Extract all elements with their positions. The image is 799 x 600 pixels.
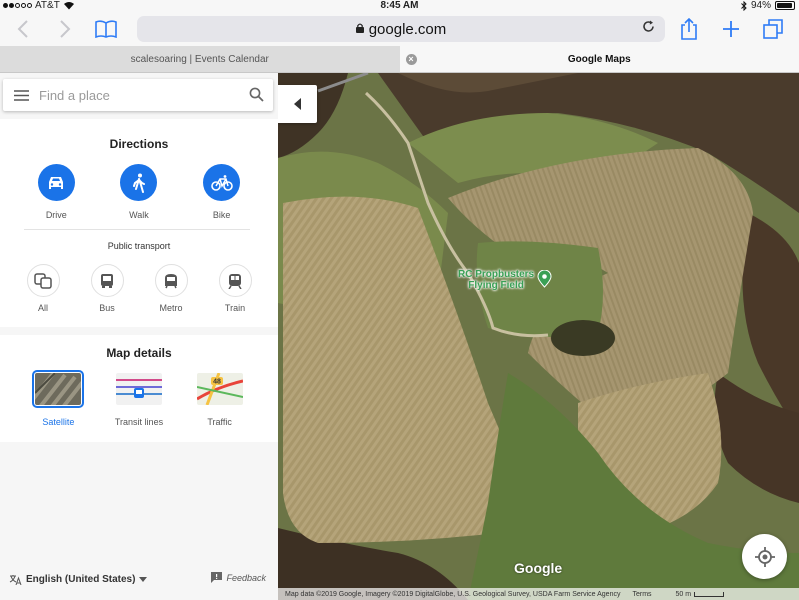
feedback-label: Feedback [226, 572, 266, 583]
my-location-button[interactable] [742, 534, 787, 579]
back-icon[interactable] [11, 17, 35, 41]
browser-toolbar: google.com [0, 12, 799, 46]
language-label: English (United States) [26, 574, 136, 585]
traffic-label: Traffic [207, 417, 232, 427]
feedback-icon [211, 572, 223, 583]
car-icon [37, 164, 75, 201]
crosshair-icon [754, 546, 775, 567]
traffic-thumbnail-icon: 48 [196, 373, 243, 405]
directions-card: Directions Drive Walk Bike Public transp… [0, 119, 278, 327]
reload-icon[interactable] [642, 20, 655, 37]
language-selector[interactable]: English (United States) [9, 574, 148, 585]
transit-lines-option[interactable]: Transit lines [104, 373, 174, 427]
feedback-link[interactable]: Feedback [211, 572, 266, 583]
metro-button[interactable]: Metro [146, 264, 196, 313]
tabs-icon[interactable] [761, 17, 785, 41]
public-transport-title: Public transport [107, 241, 171, 251]
share-icon[interactable] [677, 17, 701, 41]
place-pin-icon[interactable] [537, 269, 552, 293]
metro-icon [154, 264, 188, 297]
scale-label: 50 m [675, 590, 692, 598]
transit-modes: All Bus Metro Train [0, 264, 278, 313]
place-label[interactable]: RC Propbusters Flying Field [458, 269, 534, 291]
menu-icon[interactable] [3, 89, 39, 101]
satellite-imagery [278, 73, 799, 600]
travel-modes: Drive Walk Bike [0, 164, 278, 220]
walk-icon [120, 164, 158, 201]
status-bar: AT&T 8:45 AM 94% [0, 0, 799, 12]
battery-percent: 94% [750, 0, 771, 11]
walk-button[interactable]: Walk [109, 164, 169, 220]
place-label-line1: RC Propbusters [458, 269, 535, 280]
bus-icon [90, 264, 124, 297]
tab-google-maps[interactable]: × Google Maps [399, 46, 799, 72]
bus-label: Bus [99, 303, 115, 313]
google-logo: Google [514, 560, 563, 576]
tab-events-calendar[interactable]: scalesoaring | Events Calendar [0, 46, 400, 72]
attribution-text: Map data ©2019 Google, Imagery ©2019 Dig… [285, 590, 621, 598]
scale-bar [694, 591, 725, 597]
bus-button[interactable]: Bus [82, 264, 132, 313]
drive-label: Drive [45, 210, 67, 220]
tab-title: Google Maps [567, 53, 631, 65]
all-label: All [37, 303, 48, 313]
tab-title: scalesoaring | Events Calendar [130, 53, 269, 65]
directions-title: Directions [109, 137, 169, 151]
status-time: 8:45 AM [380, 0, 419, 11]
map-scale: 50 m [676, 591, 725, 598]
bike-button[interactable]: Bike [192, 164, 252, 220]
all-transit-button[interactable]: All [18, 264, 68, 313]
collapse-panel-button[interactable] [278, 85, 317, 123]
place-label-line2: Flying Field [468, 280, 524, 291]
traffic-option[interactable]: 48 Traffic [185, 373, 255, 427]
terms-link[interactable]: Terms [632, 591, 651, 598]
dropdown-arrow-icon [139, 577, 148, 582]
translate-icon [9, 575, 22, 585]
satellite-option[interactable]: Satellite [23, 370, 93, 427]
divider [24, 229, 250, 230]
map-details-card: Map details Satellite Transit lines 48 T… [0, 335, 278, 442]
transit-lines-label: Transit lines [114, 417, 164, 427]
tab-bar: scalesoaring | Events Calendar × Google … [0, 46, 799, 73]
url-text: google.com [368, 20, 447, 38]
bookmarks-icon[interactable] [94, 17, 118, 41]
satellite-thumbnail-icon [32, 370, 85, 408]
bike-label: Bike [212, 210, 231, 220]
address-bar[interactable]: google.com [137, 16, 665, 42]
traffic-badge: 48 [213, 379, 221, 386]
search-input[interactable] [39, 87, 239, 103]
walk-label: Walk [129, 210, 149, 220]
bike-icon [203, 164, 241, 201]
collapse-arrow-icon [293, 98, 301, 110]
lock-icon [355, 22, 364, 36]
metro-label: Metro [159, 303, 183, 313]
train-button[interactable]: Train [210, 264, 260, 313]
satellite-map[interactable]: RC Propbusters Flying Field Google Map d… [278, 73, 799, 600]
close-tab-icon[interactable]: × [405, 54, 417, 65]
train-icon [218, 264, 252, 297]
forward-icon[interactable] [53, 17, 77, 41]
maps-sidebar: Directions Drive Walk Bike P [0, 73, 278, 600]
map-attribution: Map data ©2019 Google, Imagery ©2019 Dig… [278, 588, 799, 600]
satellite-label: Satellite [42, 417, 75, 427]
search-icon[interactable] [249, 87, 264, 107]
map-details-title: Map details [106, 346, 172, 360]
new-tab-icon[interactable] [719, 17, 743, 41]
transit-lines-thumbnail-icon [115, 373, 162, 405]
map-detail-options: Satellite Transit lines 48 Traffic [0, 370, 278, 427]
bluetooth-icon [741, 0, 747, 11]
battery-group: 94% [741, 0, 795, 11]
drive-button[interactable]: Drive [26, 164, 86, 220]
all-transit-icon [26, 264, 60, 297]
battery-icon [775, 1, 795, 10]
search-box [3, 79, 273, 111]
train-label: Train [224, 303, 246, 313]
